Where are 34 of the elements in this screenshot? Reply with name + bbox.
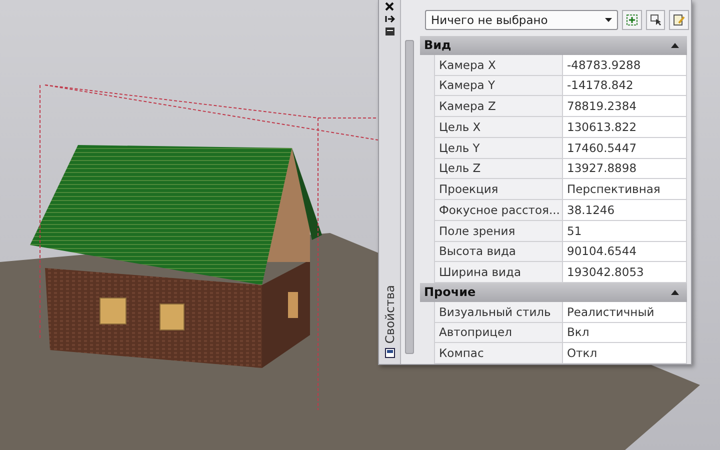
collapse-icon (671, 290, 679, 295)
close-icon[interactable] (385, 2, 394, 11)
cursor-select-icon (650, 14, 662, 26)
property-name: Фокусное расстоя... (434, 200, 563, 220)
property-name: Проекция (434, 179, 563, 200)
property-name: Визуальный стиль (434, 302, 563, 322)
scrollbar[interactable] (405, 40, 414, 354)
properties-menu-icon[interactable] (384, 27, 394, 36)
toggle-pickadd-button[interactable] (622, 10, 642, 30)
dropdown-caret-icon (605, 18, 612, 22)
category-title: Прочие (424, 285, 476, 300)
palette-icon[interactable] (384, 348, 394, 358)
category-header[interactable]: Прочие (420, 283, 687, 302)
category-header[interactable]: Вид (420, 36, 687, 55)
plus-box-icon (626, 14, 638, 26)
funnel-pencil-icon (673, 14, 686, 26)
property-name: Камера Y (434, 76, 563, 96)
property-name: Поле зрения (434, 220, 563, 241)
category-title: Вид (424, 38, 452, 52)
property-name: Ширина вида (434, 262, 563, 282)
property-name: Камера X (434, 54, 563, 75)
property-name: Камера Z (434, 96, 563, 116)
palette-title: Свойства (382, 285, 396, 344)
property-name: Цель Y (434, 138, 563, 158)
property-name: Автоприцел (434, 322, 563, 342)
quick-select-button[interactable] (669, 10, 689, 30)
property-name: Компас (434, 343, 563, 364)
collapse-icon (671, 42, 679, 48)
property-name: Цель X (434, 117, 563, 137)
select-objects-button[interactable] (646, 10, 666, 30)
selection-dropdown[interactable]: Ничего не выбрано (425, 10, 618, 30)
pin-icon[interactable] (384, 15, 394, 23)
property-name: Высота вида (434, 242, 563, 262)
property-name: Цель Z (434, 158, 563, 178)
